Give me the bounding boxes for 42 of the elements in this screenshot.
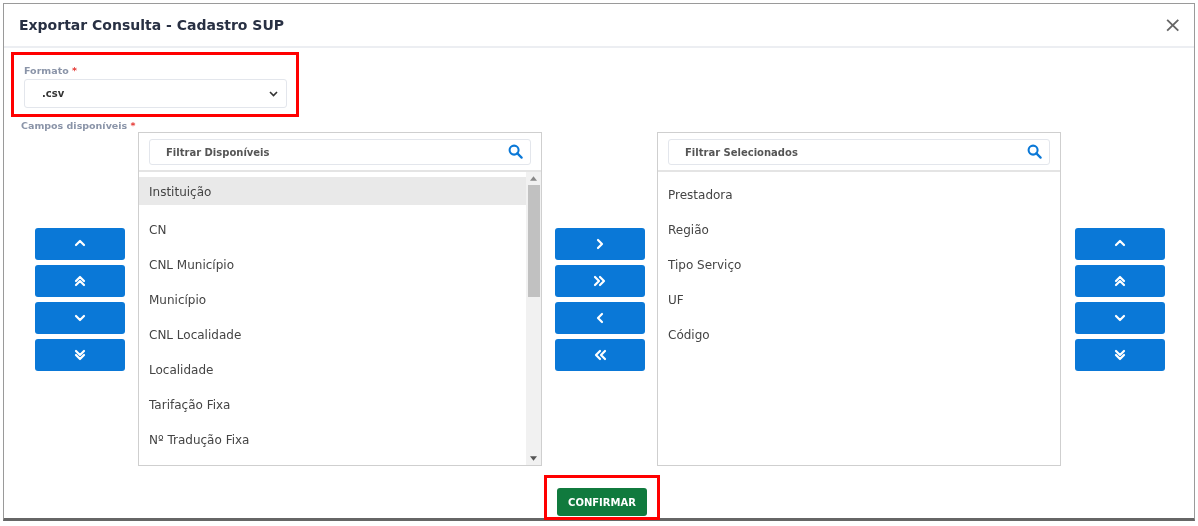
- list-item[interactable]: Instituição: [139, 177, 526, 205]
- dialog-title: Exportar Consulta - Cadastro SUP: [19, 17, 285, 33]
- list-item[interactable]: CNL Município: [139, 247, 526, 282]
- move-up-button[interactable]: [35, 227, 125, 260]
- move-top-button[interactable]: [35, 264, 125, 297]
- list-item[interactable]: Município: [139, 282, 526, 317]
- list-item[interactable]: UF: [658, 282, 1060, 317]
- scroll-up-icon: [530, 176, 537, 181]
- move-up-button[interactable]: [1075, 227, 1165, 260]
- field-label: Campos disponíveis: [21, 120, 128, 131]
- filter-field[interactable]: Filtrar Disponíveis: [149, 139, 531, 165]
- scrollbar-thumb[interactable]: [527, 185, 540, 297]
- filter-field[interactable]: Filtrar Selecionados: [668, 139, 1050, 165]
- move-down-button[interactable]: [1075, 301, 1165, 334]
- search-icon: [508, 144, 523, 159]
- confirm-button[interactable]: CONFIRMAR: [557, 488, 647, 516]
- close-button[interactable]: ×: [1163, 14, 1182, 36]
- list-item[interactable]: CNL Localidade: [139, 317, 526, 352]
- move-top-button[interactable]: [1075, 264, 1165, 297]
- scroll-down-icon: [530, 456, 537, 461]
- format-select[interactable]: .csv: [24, 79, 287, 108]
- list-item[interactable]: Região: [658, 212, 1060, 247]
- move-bottom-button[interactable]: [35, 338, 125, 371]
- list-item[interactable]: Tarifação Fixa: [139, 387, 526, 422]
- required-mark: *: [72, 65, 77, 76]
- list-item[interactable]: Nº Tradução Fixa: [139, 422, 526, 457]
- required-mark: *: [130, 120, 136, 131]
- list-item[interactable]: CN: [139, 212, 526, 247]
- list-item[interactable]: Tipo Serviço: [658, 247, 1060, 282]
- move-down-button[interactable]: [35, 301, 125, 334]
- search-icon: [1027, 144, 1042, 159]
- remove-all-button[interactable]: [555, 338, 645, 371]
- move-bottom-button[interactable]: [1075, 338, 1165, 371]
- list-item[interactable]: Código: [658, 317, 1060, 352]
- add-button[interactable]: [555, 227, 645, 260]
- list-item[interactable]: Prestadora: [658, 177, 1060, 212]
- chevron-down-icon: [269, 90, 278, 97]
- field-label: Formato: [24, 65, 69, 76]
- remove-button[interactable]: [555, 301, 645, 334]
- add-all-button[interactable]: [555, 264, 645, 297]
- scrollbar[interactable]: [526, 172, 541, 465]
- list-item[interactable]: Localidade: [139, 352, 526, 387]
